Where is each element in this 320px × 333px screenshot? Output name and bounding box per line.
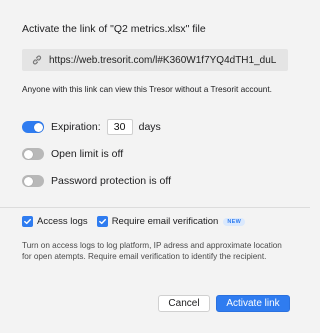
expiration-days-unit: days [138, 121, 161, 133]
help-text: Turn on access logs to log platform, IP … [22, 241, 282, 261]
email-verification-label: Require email verification [111, 216, 219, 227]
link-icon [31, 54, 43, 66]
toggle-knob [23, 176, 33, 186]
password-row: Password protection is off [22, 175, 171, 187]
expiration-row: Expiration: 30 days [22, 119, 161, 135]
expiration-days-input[interactable]: 30 [106, 119, 133, 135]
open-limit-label: Open limit is off [51, 148, 124, 160]
toggle-knob [33, 122, 43, 132]
link-url-text: https://web.tresorit.com/l#K360W1f7YQ4dT… [49, 54, 277, 66]
password-protection-label: Password protection is off [51, 175, 172, 187]
access-logs-checkbox[interactable] [22, 216, 33, 227]
new-badge: NEW [223, 217, 246, 226]
activate-link-dialog: Activate the link of "Q2 metrics.xlsx" f… [0, 0, 310, 333]
email-verification-checkbox[interactable] [96, 216, 108, 227]
access-notice: Anyone with this link can view this Tres… [22, 84, 272, 94]
access-logs-label: Access logs [37, 216, 88, 227]
security-checks: Access logs Require email verification N… [22, 216, 246, 227]
checkmark-icon [98, 218, 106, 225]
expiration-label: Expiration: [51, 121, 101, 133]
open-limit-toggle[interactable] [22, 148, 44, 160]
cancel-button[interactable]: Cancel [158, 295, 210, 312]
activate-link-button[interactable]: Activate link [216, 295, 290, 312]
checkmark-icon [24, 218, 31, 225]
expiration-toggle[interactable] [22, 121, 44, 133]
dialog-title: Activate the link of "Q2 metrics.xlsx" f… [22, 23, 206, 35]
open-limit-row: Open limit is off [22, 148, 123, 160]
section-divider [0, 207, 310, 208]
toggle-knob [23, 149, 33, 159]
link-url-field[interactable]: https://web.tresorit.com/l#K360W1f7YQ4dT… [22, 49, 288, 71]
password-protection-toggle[interactable] [22, 175, 44, 187]
dialog-buttons: Cancel Activate link [158, 295, 290, 312]
